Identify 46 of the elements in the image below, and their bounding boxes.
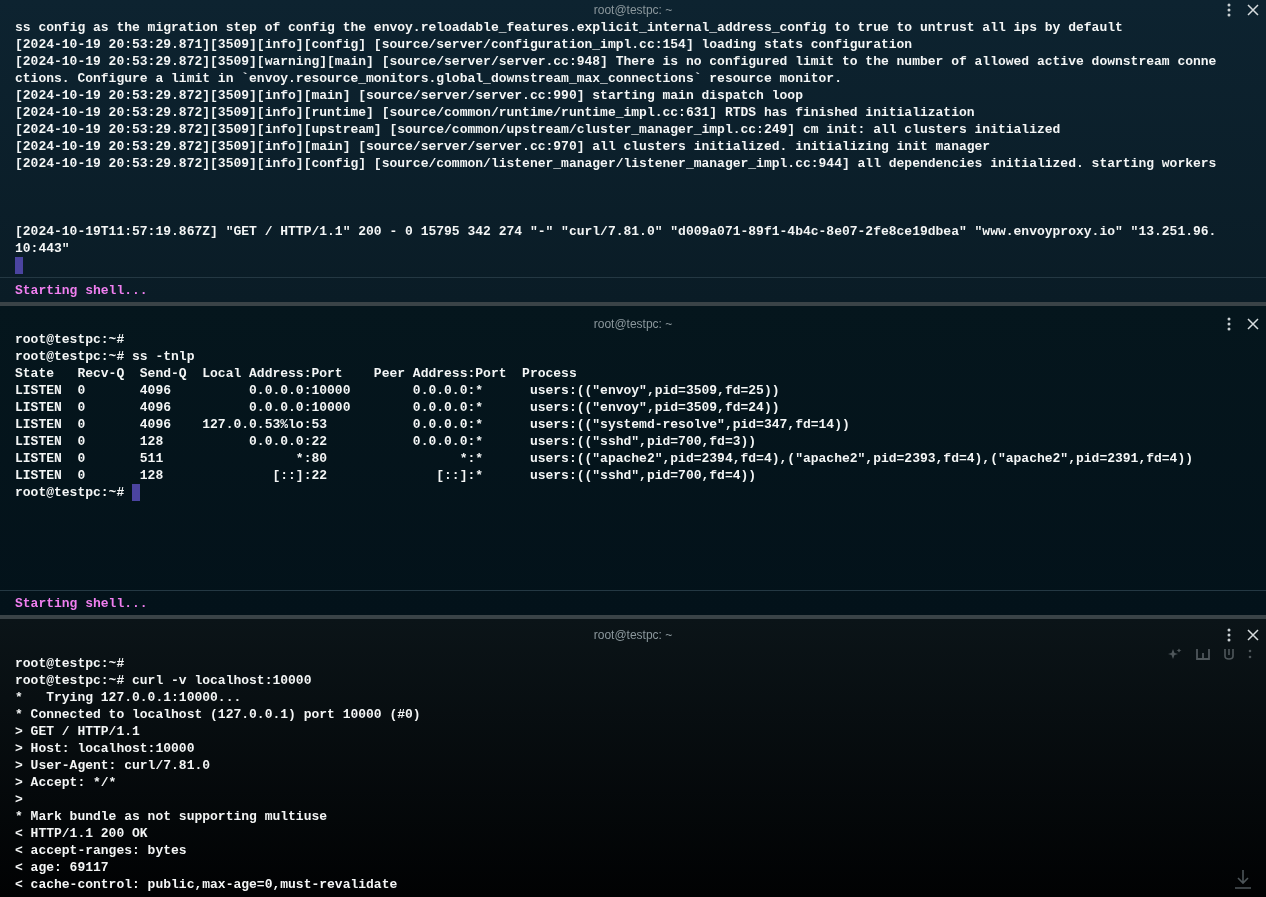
terminal-line: State Recv-Q Send-Q Local Address:Port Peer Address:Port Process (15, 365, 577, 382)
terminal-line: [2024-10-19 20:53:29.872][3509][info][upstream] [source/common/upstream/cluster_manager_impl.cc:249] cm init: all clusters initialized (15, 121, 1061, 138)
terminal-line: root@testpc:~# (15, 655, 125, 672)
terminal-line: > GET / HTTP/1.1 (15, 723, 140, 740)
terminal-line: 10:443" (15, 240, 70, 257)
terminal-line: root@testpc:~# (15, 331, 125, 348)
terminal-line: ss config as the migration step of config the envoy.reloadable_features.explicit_internal_address_config to true to untrust all ips by default (15, 19, 1123, 36)
terminal-line: [2024-10-19 20:53:29.871][3509][info][config] [source/server/configuration_impl.cc:154] loading stats configuration (15, 36, 913, 53)
terminal-line: [2024-10-19 20:53:29.872][3509][info][main] [source/server/server.cc:970] all clusters initialized. initializing init manager (15, 138, 991, 155)
terminal-line: LISTEN 0 4096 127.0.0.53%lo:53 0.0.0.0:* users:(("systemd-resolve",pid=347,fd=14)) (15, 416, 850, 433)
terminal-line: [2024-10-19 20:53:29.872][3509][info][main] [source/server/server.cc:990] starting main dispatch loop (15, 87, 803, 104)
split-horizontal-icon[interactable] (1196, 648, 1210, 660)
terminal-line: > Host: localhost:10000 (15, 740, 195, 757)
terminal-line: ctions. Configure a limit in `envoy.resource_monitors.global_downstream_max_connections` resource monitor. (15, 70, 842, 87)
terminal-line: LISTEN 0 511 *:80 *:* users:(("apache2",pid=2394,fd=4),("apache2",pid=2393,fd=4),("apache2",pid=2391,fd=4)) (15, 450, 1193, 467)
status-message: Starting shell... (15, 595, 148, 611)
terminal-line: LISTEN 0 128 [::]:22 [::]:* users:(("sshd",pid=700,fd=4)) (15, 467, 757, 484)
terminal-line: root@testpc:~# ss -tnlp (15, 348, 195, 365)
terminal-line: root@testpc:~# curl -v localhost:10000 (15, 672, 312, 689)
text-cursor (132, 484, 141, 501)
status-message: Starting shell... (15, 282, 148, 298)
split-vertical-icon[interactable] (1224, 648, 1234, 660)
terminal-line: < accept-ranges: bytes (15, 842, 187, 859)
terminal-line: * Trying 127.0.0.1:10000... (15, 689, 242, 706)
text-cursor (15, 257, 23, 274)
terminal-line: < age: 69117 (15, 859, 109, 876)
terminal-line: > Accept: */* (15, 774, 117, 791)
sparkle-icon[interactable] (1168, 648, 1182, 660)
terminal-line: [2024-10-19 20:53:29.872][3509][info][config] [source/common/listener_manager/listener_manager_impl.cc:944] all dependencies initialized. starting workers (15, 155, 1217, 172)
terminal-line: LISTEN 0 4096 0.0.0.0:10000 0.0.0.0:* users:(("envoy",pid=3509,fd=25)) (15, 382, 780, 399)
window-title: root@testpc: ~ (593, 628, 673, 642)
scroll-to-bottom-icon[interactable] (1234, 869, 1252, 889)
terminal-line: * Connected to localhost (127.0.0.1) port 10000 (#0) (15, 706, 421, 723)
terminal-line: LISTEN 0 128 0.0.0.0:22 0.0.0.0:* users:(("sshd",pid=700,fd=3)) (15, 433, 757, 450)
window-title: root@testpc: ~ (593, 3, 673, 17)
window-title: root@testpc: ~ (593, 317, 673, 331)
terminal-line: < HTTP/1.1 200 OK (15, 825, 148, 842)
terminal-line: * Mark bundle as not supporting multiuse (15, 808, 328, 825)
terminal-line: [2024-10-19T11:57:19.867Z] "GET / HTTP/1.1" 200 - 0 15795 342 274 "-" "curl/7.81.0" "d009a071-89f1-4b4c-8e07-2fe8ce19dbea" "www.envoyproxy.io" "13.251.96. (15, 223, 1217, 240)
terminal-line: LISTEN 0 4096 0.0.0.0:10000 0.0.0.0:* users:(("envoy",pid=3509,fd=24)) (15, 399, 780, 416)
terminal-line: < cache-control: public,max-age=0,must-revalidate (15, 876, 398, 893)
terminal-line: > User-Agent: curl/7.81.0 (15, 757, 211, 774)
terminal-line: > (15, 791, 23, 808)
terminal-line: [2024-10-19 20:53:29.872][3509][warning][main] [source/server/server.cc:948] There is no configured limit to the number of allowed active downstream conne (15, 53, 1217, 70)
terminal-line: root@testpc:~# (15, 484, 126, 501)
terminal-line: [2024-10-19 20:53:29.872][3509][info][runtime] [source/common/runtime/runtime_impl.cc:631] RTDS has finished initialization (15, 104, 975, 121)
